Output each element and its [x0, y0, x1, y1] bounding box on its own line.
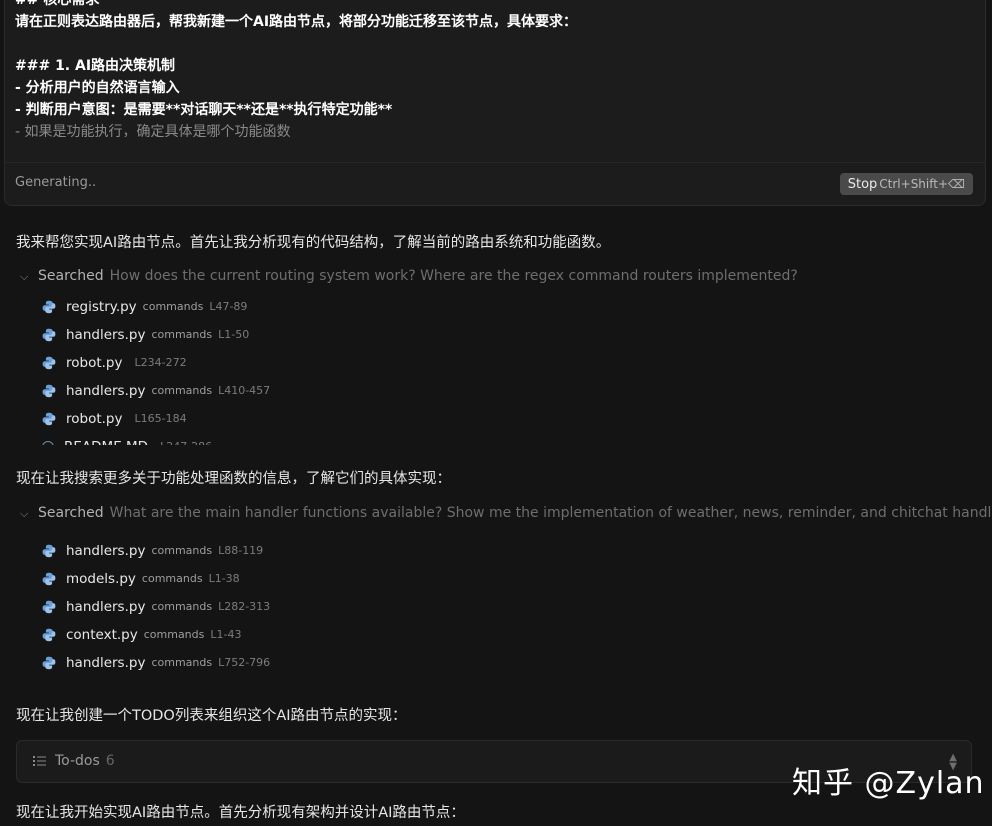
stop-shortcut: Ctrl+Shift+⌫: [879, 177, 965, 191]
file-result[interactable]: robot.py L234-272: [42, 349, 270, 377]
file-dir: commands: [141, 572, 203, 585]
search-results-list: registry.py commands L47-89 handlers.py com…: [42, 293, 270, 445]
file-name: robot.py: [66, 411, 123, 427]
todo-title: To-dos: [55, 753, 100, 769]
file-result[interactable]: handlers.py commands L88-119: [42, 537, 270, 565]
search-toggle[interactable]: ⌵ Searched How does the current routing sy…: [20, 268, 798, 284]
prompt-panel: ## 核心需求 请在正则表达路由器后，帮我新建一个AI路由节点，将部分功能迁移至…: [4, 0, 986, 206]
prompt-line: - 如果是功能执行，确定具体是哪个功能函数: [15, 124, 291, 137]
assistant-message: 现在让我搜索更多关于功能处理函数的信息，了解它们的具体实现：: [16, 471, 451, 487]
file-dir: commands: [151, 656, 213, 669]
watermark: 知乎 @Zylan: [792, 766, 985, 801]
file-name: README.MD: [64, 433, 148, 445]
file-result[interactable]: handlers.py commands L752-796: [42, 649, 270, 677]
file-result[interactable]: registry.py commands L47-89: [42, 293, 270, 321]
prompt-line: ### 1. AI路由决策机制: [15, 58, 176, 74]
prompt-line: ## 核心需求: [15, 0, 100, 8]
python-icon: [42, 544, 56, 558]
assistant-message: 我来帮您实现AI路由节点。首先让我分析现有的代码结构，了解当前的路由系统和功能函…: [16, 235, 611, 251]
todo-label: To-dos 6: [55, 753, 115, 769]
file-range: L1-38: [208, 572, 240, 585]
file-name: context.py: [66, 627, 138, 643]
file-result[interactable]: robot.py L165-184: [42, 405, 270, 433]
python-icon: [42, 300, 56, 314]
file-name: handlers.py: [66, 383, 146, 399]
search-results-list: handlers.py commands L88-119 models.py comm…: [42, 537, 270, 677]
prompt-text: ## 核心需求 请在正则表达路由器后，帮我新建一个AI路由节点，将部分功能迁移至…: [15, 0, 975, 137]
search-label: Searched: [38, 505, 104, 521]
assistant-message: 现在让我创建一个TODO列表来组织这个AI路由节点的实现：: [16, 708, 407, 724]
python-icon: [42, 572, 56, 586]
search-query: What are the main handler functions avai…: [109, 505, 992, 521]
assistant-message: 现在让我开始实现AI路由节点。首先分析现有架构并设计AI路由节点：: [16, 805, 465, 821]
chevron-down-icon: ⌵: [20, 270, 29, 283]
file-range: L752-796: [218, 656, 271, 669]
stop-button[interactable]: Stop Ctrl+Shift+⌫: [839, 173, 973, 195]
file-result[interactable]: handlers.py commands L282-313: [42, 593, 270, 621]
file-result[interactable]: models.py commands L1-38: [42, 565, 270, 593]
file-name: handlers.py: [66, 655, 146, 671]
info-icon: [42, 441, 54, 445]
python-icon: [42, 328, 56, 342]
file-result[interactable]: README.MD L247-286: [42, 433, 270, 445]
search-query: How does the current routing system work…: [109, 268, 798, 284]
python-icon: [42, 628, 56, 642]
todo-count: 6: [105, 753, 115, 769]
file-range: L165-184: [134, 412, 187, 425]
search-toggle[interactable]: ⌵ Searched What are the main handler funct…: [20, 505, 992, 521]
python-icon: [42, 384, 56, 398]
chevron-down-icon: ⌵: [20, 507, 29, 520]
list-icon: [33, 756, 46, 766]
file-dir: commands: [151, 600, 213, 613]
file-result[interactable]: context.py commands L1-43: [42, 621, 270, 649]
file-range: L247-286: [160, 433, 212, 445]
file-range: L1-50: [218, 328, 250, 341]
file-name: handlers.py: [66, 543, 146, 559]
python-icon: [42, 656, 56, 670]
file-range: L234-272: [134, 356, 187, 369]
prompt-blank-line: [15, 33, 975, 55]
file-range: L47-89: [209, 300, 248, 313]
file-name: handlers.py: [66, 599, 146, 615]
python-icon: [42, 412, 56, 426]
file-range: L410-457: [218, 384, 271, 397]
prompt-line: 请在正则表达路由器后，帮我新建一个AI路由节点，将部分功能迁移至该节点，具体要求…: [15, 14, 578, 30]
python-icon: [42, 356, 56, 370]
stop-label: Stop: [847, 177, 878, 192]
file-name: registry.py: [66, 299, 137, 315]
file-dir: commands: [151, 544, 213, 557]
file-dir: commands: [151, 384, 213, 397]
file-result[interactable]: handlers.py commands L410-457: [42, 377, 270, 405]
python-icon: [42, 600, 56, 614]
file-result[interactable]: handlers.py commands L1-50: [42, 321, 270, 349]
search-label: Searched: [38, 268, 104, 284]
generating-status: Generating..: [15, 175, 97, 190]
file-name: handlers.py: [66, 327, 146, 343]
file-range: L88-119: [218, 544, 264, 557]
file-name: models.py: [66, 571, 136, 587]
file-dir: commands: [143, 628, 205, 641]
file-range: L282-313: [218, 600, 271, 613]
file-dir: commands: [142, 300, 204, 313]
file-name: robot.py: [66, 355, 123, 371]
prompt-line: - 判断用户意图：是需要**对话聊天**还是**执行特定功能**: [15, 102, 393, 118]
file-dir: commands: [151, 328, 213, 341]
prompt-divider: [5, 162, 985, 163]
file-range: L1-43: [210, 628, 242, 641]
prompt-line: - 分析用户的自然语言输入: [15, 80, 180, 96]
